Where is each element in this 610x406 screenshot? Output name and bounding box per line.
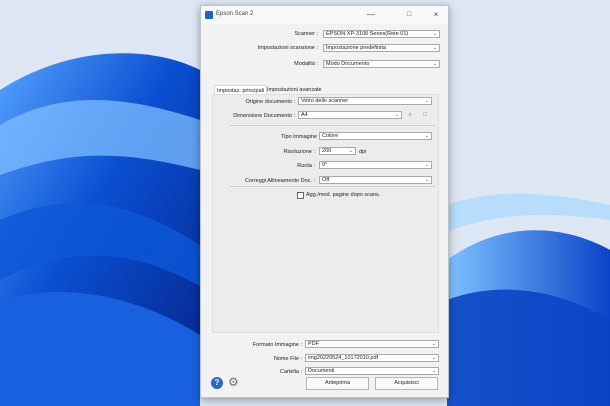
chevron-down-icon: ⌄ bbox=[424, 98, 429, 104]
skew-correction-label: Correggi Allineamento Doc. : bbox=[244, 178, 315, 184]
minimize-button[interactable]: — bbox=[361, 9, 381, 21]
divider bbox=[230, 125, 435, 126]
folder-select[interactable]: Documenti ⌄ bbox=[305, 367, 439, 375]
file-name-value: img20220524_10172010.pdf bbox=[308, 355, 379, 361]
add-edit-pages-label: Agg./mod. pagine dopo scans. bbox=[306, 192, 381, 198]
chevron-down-icon: ⌄ bbox=[394, 112, 399, 118]
epson-app-icon bbox=[205, 11, 213, 19]
scan-settings-value: Impostazione predefinita bbox=[326, 45, 386, 51]
divider bbox=[230, 186, 435, 187]
folder-value: Documenti bbox=[308, 368, 335, 374]
image-type-label: Tipo immagine : bbox=[281, 134, 320, 140]
scan-button[interactable]: Acquisisci bbox=[375, 377, 438, 390]
help-icon[interactable]: ? bbox=[211, 377, 223, 389]
scanner-select[interactable]: EPSON XP-3100 Series(Rete 01) ⌄ bbox=[323, 30, 440, 38]
image-format-select[interactable]: PDF ⌄ bbox=[305, 340, 439, 348]
title-bar: Epson Scan 2 — □ × bbox=[201, 6, 448, 24]
chevron-down-icon: ⌄ bbox=[431, 341, 436, 347]
window-title: Epson Scan 2 bbox=[216, 11, 254, 17]
chevron-down-icon: ⌄ bbox=[348, 148, 353, 154]
resolution-select[interactable]: 200 ⌄ bbox=[319, 147, 356, 155]
chevron-down-icon: ⌄ bbox=[424, 177, 429, 183]
scanner-value: EPSON XP-3100 Series(Rete 01) bbox=[326, 31, 409, 37]
file-name-label: Nome File : bbox=[273, 356, 302, 362]
preview-size-icon[interactable]: ⌕ bbox=[405, 111, 415, 119]
document-size-value: A4 bbox=[301, 112, 308, 118]
chevron-down-icon: ⌄ bbox=[432, 31, 437, 37]
document-source-select[interactable]: Vetro dello scanner ⌄ bbox=[298, 97, 432, 105]
gear-icon[interactable]: ⚙ bbox=[228, 376, 240, 388]
mode-select[interactable]: Modo Documento ⌄ bbox=[323, 60, 440, 68]
file-name-select[interactable]: img20220524_10172010.pdf ⌄ bbox=[305, 354, 439, 362]
add-edit-pages-checkbox[interactable] bbox=[297, 192, 304, 199]
folder-label: Cartella : bbox=[279, 369, 302, 375]
rotate-select[interactable]: 0° ⌄ bbox=[319, 161, 432, 169]
preview-button[interactable]: Anteprima bbox=[306, 377, 369, 390]
resolution-unit: dpi bbox=[359, 149, 367, 155]
scan-settings-select[interactable]: Impostazione predefinita ⌄ bbox=[323, 44, 440, 52]
chevron-down-icon: ⌄ bbox=[432, 45, 437, 51]
epson-scan-window: Epson Scan 2 — □ × Scanner : EPSON XP-31… bbox=[200, 5, 449, 398]
scanner-label: Scanner : bbox=[294, 31, 318, 37]
chevron-down-icon: ⌄ bbox=[424, 133, 429, 139]
resolution-value: 200 bbox=[322, 148, 332, 154]
skew-correction-value: Off bbox=[322, 177, 330, 183]
document-size-select[interactable]: A4 ⌄ bbox=[298, 111, 402, 119]
rotate-value: 0° bbox=[322, 162, 328, 168]
resolution-label: Risoluzione : bbox=[283, 149, 316, 155]
chevron-down-icon: ⌄ bbox=[432, 61, 437, 67]
mode-label: Modalità : bbox=[294, 61, 318, 67]
rotate-label: Ruota : bbox=[297, 163, 315, 169]
mode-value: Modo Documento bbox=[326, 61, 370, 67]
document-icon[interactable]: □ bbox=[420, 111, 430, 119]
chevron-down-icon: ⌄ bbox=[431, 355, 436, 361]
document-source-value: Vetro dello scanner bbox=[301, 98, 349, 104]
document-size-label: Dimensione Documento : bbox=[233, 113, 295, 119]
close-button[interactable]: × bbox=[426, 9, 446, 21]
image-format-label: Formato Immagine : bbox=[252, 342, 302, 348]
image-format-value: PDF bbox=[308, 341, 319, 347]
document-source-label: Origine documento : bbox=[245, 99, 295, 105]
maximize-button[interactable]: □ bbox=[399, 9, 419, 21]
image-type-value: Colore bbox=[322, 133, 339, 139]
scan-settings-label: Impostazioni scansione : bbox=[257, 45, 318, 51]
image-type-select[interactable]: Colore ⌄ bbox=[319, 132, 432, 140]
chevron-down-icon: ⌄ bbox=[431, 368, 436, 374]
chevron-down-icon: ⌄ bbox=[424, 162, 429, 168]
main-settings-panel bbox=[212, 94, 439, 333]
skew-correction-select[interactable]: Off ⌄ bbox=[319, 176, 432, 184]
